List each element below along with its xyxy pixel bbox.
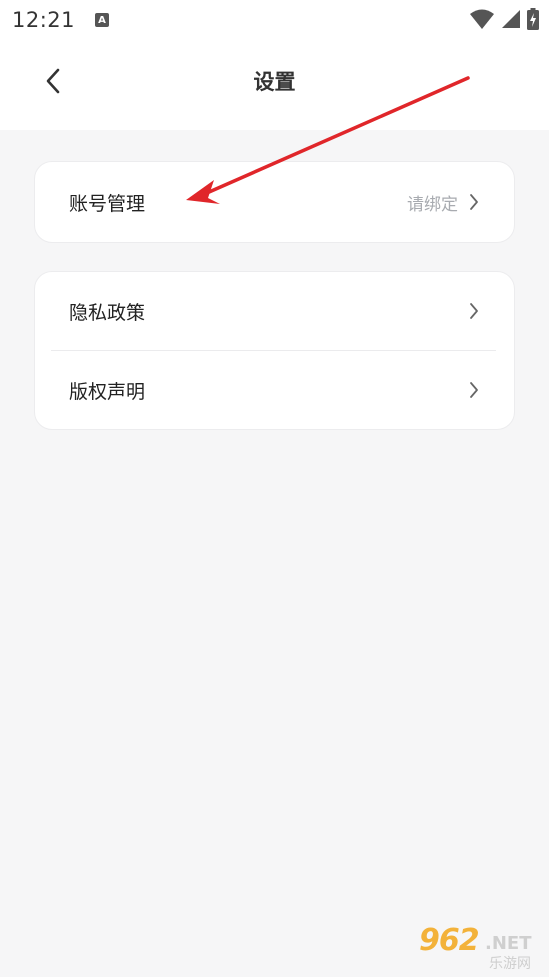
site-watermark-logo: 962 .NET 乐游网 bbox=[411, 923, 541, 972]
info-settings-card: 隐私政策 版权声明 bbox=[34, 271, 515, 430]
account-bind-status: 请绑定 bbox=[407, 194, 458, 215]
status-time: 12:21 bbox=[12, 8, 76, 32]
app-header: 设置 bbox=[0, 40, 549, 130]
chevron-right-icon bbox=[468, 193, 482, 211]
watermark-suffix: .NET bbox=[485, 933, 532, 954]
watermark-number: 962 bbox=[419, 923, 480, 958]
page-title: 设置 bbox=[253, 70, 296, 94]
copyright-statement-row[interactable]: 版权声明 bbox=[35, 351, 514, 429]
battery-charging-icon bbox=[527, 8, 539, 30]
annotation-arrow bbox=[186, 76, 470, 204]
privacy-policy-row[interactable]: 隐私政策 bbox=[35, 272, 514, 350]
chevron-right-icon bbox=[468, 381, 482, 399]
account-settings-card: 账号管理 请绑定 bbox=[34, 161, 515, 243]
chevron-right-icon bbox=[468, 302, 482, 320]
status-bar: 12:21 A bbox=[0, 0, 549, 40]
privacy-policy-label: 隐私政策 bbox=[69, 301, 146, 324]
wifi-icon bbox=[470, 9, 494, 29]
notification-icon: A bbox=[95, 13, 110, 27]
signal-icon bbox=[502, 10, 520, 28]
account-management-row[interactable]: 账号管理 请绑定 bbox=[35, 162, 514, 242]
copyright-statement-label: 版权声明 bbox=[69, 380, 146, 403]
status-icons bbox=[469, 8, 539, 30]
account-management-label: 账号管理 bbox=[69, 192, 146, 215]
watermark-text: 乐游网 bbox=[489, 956, 531, 972]
